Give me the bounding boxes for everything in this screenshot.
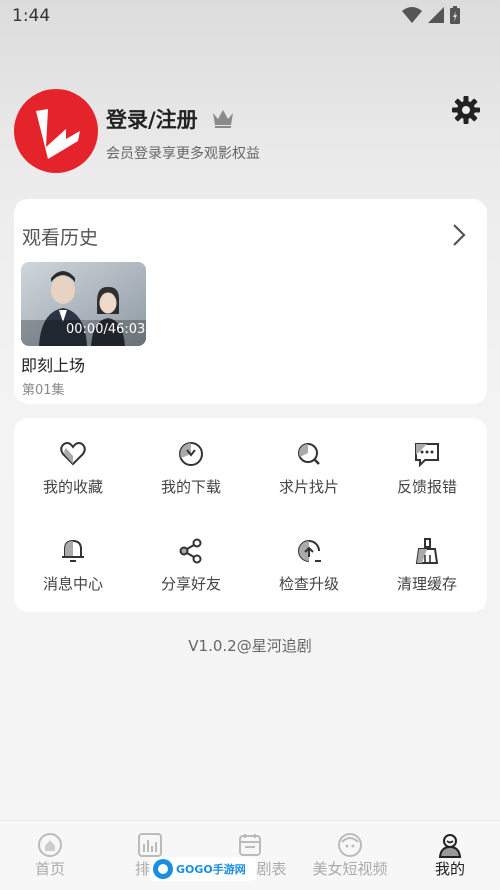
- gear-icon[interactable]: [452, 96, 480, 124]
- drama-title[interactable]: 即刻上场: [21, 352, 85, 376]
- wifi-icon: [402, 7, 422, 23]
- download-icon: [179, 442, 203, 466]
- home-icon: [38, 833, 62, 857]
- share-button[interactable]: 分享好友: [132, 537, 250, 594]
- battery-icon: [450, 6, 460, 24]
- ranking-icon: [138, 833, 162, 857]
- request-movie-button[interactable]: 求片找片: [250, 440, 368, 497]
- nav-home[interactable]: 首页: [0, 832, 100, 879]
- share-icon: [179, 538, 202, 564]
- favorites-label: 我的收藏: [42, 478, 103, 496]
- upgrade-icon: [298, 540, 321, 562]
- clear-cache-label: 清理缓存: [396, 575, 457, 593]
- chevron-right-icon[interactable]: [448, 221, 470, 249]
- crown-icon: [213, 110, 233, 128]
- feedback-icon: [415, 443, 439, 468]
- watch-history-title: 观看历史: [22, 227, 99, 249]
- face-icon: [338, 833, 362, 857]
- messages-button[interactable]: 消息中心: [14, 537, 132, 594]
- share-label: 分享好友: [160, 575, 221, 593]
- watermark-logo: GOGO手游网: [150, 857, 256, 881]
- clear-cache-button[interactable]: 清理缓存: [368, 537, 486, 594]
- status-icons: [402, 6, 460, 24]
- profile-icon: [438, 834, 462, 858]
- drama-episode: 第01集: [22, 383, 65, 398]
- nav-home-label: 首页: [34, 860, 65, 878]
- heart-icon: [60, 442, 86, 466]
- broom-icon: [415, 538, 439, 564]
- login-register-link[interactable]: 登录/注册: [106, 104, 198, 134]
- signal-icon: [428, 7, 444, 23]
- search-icon: [298, 443, 320, 465]
- nav-mine-label: 我的: [434, 860, 465, 878]
- downloads-label: 我的下载: [160, 478, 221, 496]
- messages-label: 消息中心: [42, 575, 103, 593]
- app-version: V1.0.2@星河追剧: [188, 637, 312, 655]
- calendar-icon: [239, 834, 261, 856]
- app-logo: [14, 89, 98, 173]
- check-update-button[interactable]: 检查升级: [250, 537, 368, 594]
- downloads-button[interactable]: 我的下载: [132, 440, 250, 497]
- login-subtitle: 会员登录享更多观影权益: [106, 146, 260, 162]
- feedback-label: 反馈报错: [396, 478, 457, 496]
- watermark-text: GOGO手游网: [176, 863, 246, 876]
- favorites-button[interactable]: 我的收藏: [14, 440, 132, 497]
- status-time: 1:44: [12, 6, 51, 26]
- bell-icon: [62, 539, 84, 562]
- watermark-icon: [153, 859, 173, 879]
- check-update-label: 检查升级: [278, 575, 339, 593]
- feedback-button[interactable]: 反馈报错: [368, 440, 486, 497]
- progress-time: 00:00/46:03: [66, 322, 146, 337]
- request-movie-label: 求片找片: [278, 478, 339, 496]
- nav-short-video[interactable]: 美女短视频: [300, 832, 400, 879]
- nav-short-video-label: 美女短视频: [312, 860, 388, 878]
- nav-mine[interactable]: 我的: [400, 832, 500, 879]
